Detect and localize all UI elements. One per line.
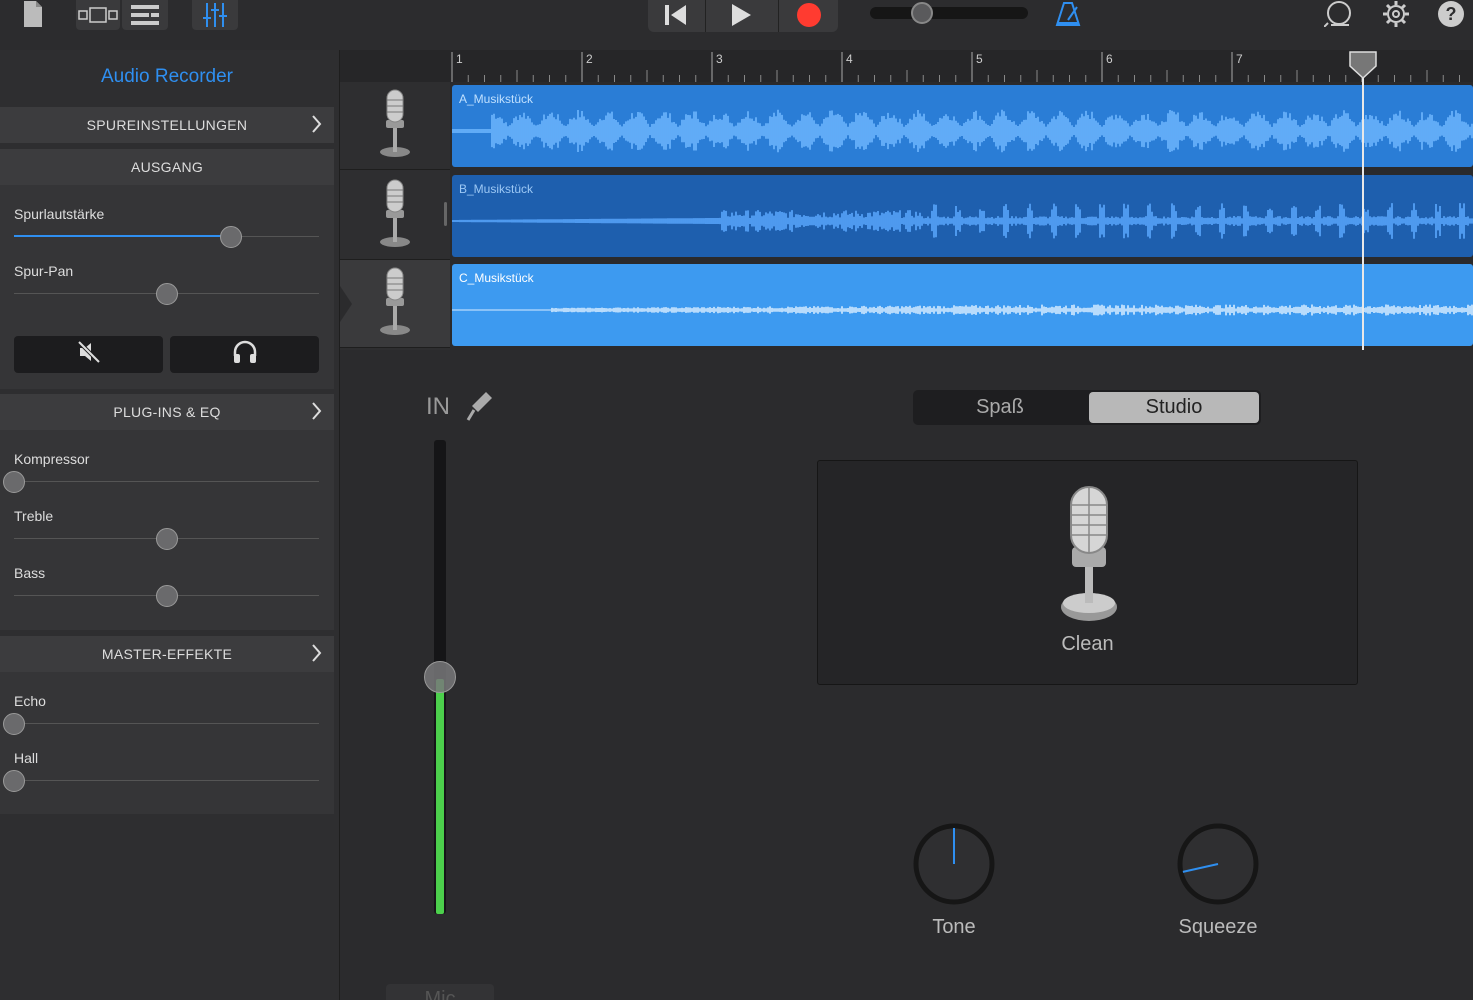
plugins-eq-label: PLUG-INS & EQ [113, 404, 221, 420]
chevron-right-icon [312, 115, 322, 136]
preset-display[interactable]: Clean [817, 460, 1358, 685]
track-resize-handle[interactable] [444, 202, 447, 226]
waveform [452, 109, 1473, 153]
garageband-window: ? Audio Recorder SPUREINSTELLUNGEN AUSGA… [0, 0, 1473, 1000]
bar-number: 3 [716, 52, 723, 66]
headphones-icon [232, 340, 258, 369]
bar-number: 6 [1106, 52, 1113, 66]
volume-thumb[interactable] [219, 226, 242, 248]
speaker-muted-icon [77, 340, 101, 369]
microphone-icon [378, 88, 412, 163]
bar-number: 4 [846, 52, 853, 66]
squeeze-knob[interactable] [1176, 822, 1260, 906]
bar-number: 7 [1236, 52, 1243, 66]
mode-option-studio[interactable]: Studio [1089, 392, 1259, 423]
track-settings-label: SPUREINSTELLUNGEN [86, 117, 248, 133]
timeline-ruler[interactable]: 12345678 [340, 50, 1473, 82]
track-header-selected[interactable] [340, 260, 450, 348]
mode-option-fun[interactable]: Spaß [915, 392, 1085, 423]
track-headers [340, 82, 450, 350]
record-icon[interactable] [779, 0, 838, 30]
audio-region-selected[interactable]: C_Musikstück [452, 264, 1473, 346]
tracks-view-icon[interactable] [122, 0, 168, 30]
toolbar: ? [0, 0, 1473, 50]
mode-selector: Spaß Studio [913, 390, 1261, 425]
squeeze-label: Squeeze [1178, 916, 1258, 938]
tone-knob-group: Tone [904, 822, 1004, 939]
playhead-handle[interactable] [1348, 50, 1378, 80]
bar-number: 1 [456, 52, 463, 66]
volume-fill [14, 235, 231, 237]
input-settings-icon[interactable] [466, 390, 496, 422]
mic-tab[interactable]: Mic [386, 984, 494, 1000]
selected-track-indicator [340, 286, 354, 322]
master-effects-header[interactable]: MASTER-EFFEKTE [0, 636, 334, 672]
tone-label: Tone [932, 916, 976, 938]
transport-controls [648, 0, 838, 32]
settings-gear-icon[interactable] [1380, 0, 1412, 28]
chevron-right-icon [312, 644, 322, 665]
pan-label: Spur-Pan [14, 263, 74, 279]
rewind-icon[interactable] [648, 0, 704, 30]
bar-number: 2 [586, 52, 593, 66]
track-header[interactable] [340, 172, 450, 260]
playhead-line [1362, 62, 1364, 350]
solo-button[interactable] [170, 336, 319, 373]
plugins-eq-header[interactable]: PLUG-INS & EQ [0, 394, 334, 430]
bass-label: Bass [14, 565, 46, 581]
reverb-thumb[interactable] [3, 770, 25, 792]
preset-name: Clean [1061, 633, 1114, 655]
master-volume-thumb[interactable] [911, 2, 934, 24]
audio-region[interactable]: B_Musikstück [452, 175, 1473, 257]
squeeze-knob-group: Squeeze [1168, 822, 1268, 939]
mixer-icon[interactable] [192, 0, 238, 30]
reverb-track[interactable] [14, 780, 319, 781]
metronome-icon[interactable] [1053, 0, 1083, 28]
track-settings-header[interactable]: SPUREINSTELLUNGEN [0, 107, 334, 143]
waveform [452, 304, 1473, 316]
track-header[interactable] [340, 82, 450, 170]
audio-region[interactable]: A_Musikstück [452, 85, 1473, 167]
chevron-right-icon [312, 402, 322, 423]
microphone-icon [378, 178, 412, 253]
output-header: AUSGANG [0, 149, 334, 185]
echo-track[interactable] [14, 723, 319, 724]
reverb-label: Hall [14, 750, 39, 766]
input-label: IN [426, 393, 450, 420]
pan-thumb[interactable] [155, 283, 178, 305]
bar-number: 5 [976, 52, 983, 66]
waveform-path [452, 203, 1473, 239]
waveform-path [452, 109, 1473, 153]
echo-label: Echo [14, 693, 46, 709]
master-volume-slider[interactable] [870, 7, 1028, 19]
compressor-thumb[interactable] [3, 471, 25, 493]
document-icon[interactable] [20, 0, 46, 28]
compressor-label: Kompressor [14, 451, 90, 467]
tone-knob[interactable] [912, 822, 996, 906]
waveform [452, 203, 1473, 239]
panel-title: Audio Recorder [100, 66, 234, 87]
help-icon[interactable]: ? [1438, 1, 1464, 27]
input-level-fill [436, 679, 444, 914]
input-level-knob[interactable] [424, 661, 456, 693]
loop-icon[interactable] [1322, 0, 1356, 28]
play-icon[interactable] [706, 0, 776, 30]
master-effects-label: MASTER-EFFEKTE [101, 646, 233, 662]
view-toggle-icon[interactable] [76, 0, 120, 30]
volume-label: Spurlautstärke [14, 206, 105, 222]
treble-thumb[interactable] [155, 528, 178, 550]
mute-button[interactable] [14, 336, 163, 373]
output-label: AUSGANG [130, 159, 204, 175]
echo-thumb[interactable] [3, 713, 25, 735]
treble-label: Treble [14, 508, 54, 524]
microphone-icon [378, 266, 412, 341]
waveform-path [452, 304, 1473, 316]
bass-thumb[interactable] [155, 585, 178, 607]
compressor-track[interactable] [14, 481, 319, 482]
studio-microphone-icon [1054, 485, 1124, 625]
